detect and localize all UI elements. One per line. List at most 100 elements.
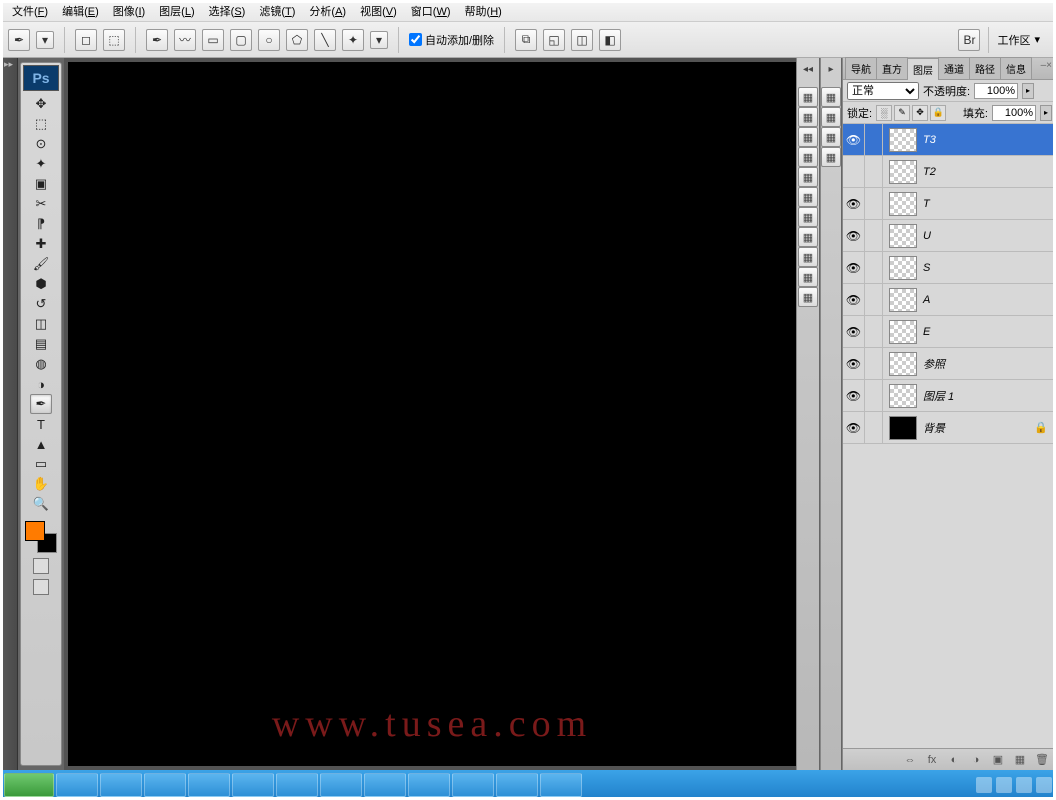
swatch-panel-icon[interactable]: ▦	[798, 127, 818, 147]
lasso-tool[interactable]: ⊙	[30, 134, 52, 154]
panel-tab-4[interactable]: 路径	[969, 57, 1001, 79]
zoom-tool[interactable]: 🔍	[30, 494, 52, 514]
bridge-icon[interactable]: Br	[958, 29, 980, 51]
pen-tool[interactable]: ✒	[30, 394, 52, 414]
taskbar-item[interactable]	[496, 773, 538, 797]
link-col[interactable]	[865, 316, 883, 347]
move-tool[interactable]: ✥	[30, 94, 52, 114]
lock-all-icon[interactable]: 🔒	[930, 105, 946, 121]
para-panel-icon[interactable]: ▦	[798, 207, 818, 227]
layer-row[interactable]: 👁背景🔒	[843, 412, 1056, 444]
start-button[interactable]	[4, 773, 54, 797]
layer-row[interactable]: T2	[843, 156, 1056, 188]
fill-input[interactable]	[992, 105, 1036, 121]
lock-transparency-icon[interactable]: ░	[876, 105, 892, 121]
hand-tool[interactable]: ✋	[30, 474, 52, 494]
link-col[interactable]	[865, 188, 883, 219]
shape-tool[interactable]: ▭	[30, 454, 52, 474]
link-col[interactable]	[865, 156, 883, 187]
color-swatches[interactable]	[25, 521, 57, 553]
brush-panel-icon[interactable]: ▦	[798, 227, 818, 247]
visibility-toggle-icon[interactable]: 👁	[843, 188, 865, 219]
document-canvas[interactable]: tuse tuse www.tusea.com	[68, 62, 796, 766]
layer-thumbnail[interactable]	[889, 352, 917, 376]
mask-panel-icon[interactable]: ▦	[798, 167, 818, 187]
layer-row[interactable]: 👁参照	[843, 348, 1056, 380]
slice-tool[interactable]: ✂	[30, 194, 52, 214]
taskbar-item[interactable]	[364, 773, 406, 797]
text-panel-icon[interactable]: ▦	[798, 187, 818, 207]
tool-preset-arrow[interactable]: ▾	[36, 31, 54, 49]
layer-row[interactable]: 👁A	[843, 284, 1056, 316]
history-panel-icon[interactable]: ▦	[821, 107, 841, 127]
visibility-toggle-icon[interactable]: 👁	[843, 380, 865, 411]
marquee-tool[interactable]: ⬚	[30, 114, 52, 134]
taskbar-item[interactable]	[540, 773, 582, 797]
freeform-pen-icon[interactable]: 〰	[174, 29, 196, 51]
fx-icon[interactable]: fx	[924, 752, 940, 768]
taskbar-item[interactable]	[144, 773, 186, 797]
panel-tab-1[interactable]: 直方	[876, 57, 908, 79]
type-tool[interactable]: T	[30, 414, 52, 434]
layer-thumbnail[interactable]	[889, 192, 917, 216]
auto-add-delete-checkbox[interactable]: 自动添加/删除	[409, 32, 494, 48]
foreground-color-swatch[interactable]	[25, 521, 45, 541]
layer-thumbnail[interactable]	[889, 288, 917, 312]
visibility-toggle-icon[interactable]: 👁	[843, 412, 865, 443]
opacity-flyout-icon[interactable]: ▸	[1022, 83, 1034, 99]
layer-thumbnail[interactable]	[889, 384, 917, 408]
lock-position-icon[interactable]: ✥	[912, 105, 928, 121]
layer-row[interactable]: 👁图层 1	[843, 380, 1056, 412]
new-icon[interactable]: ▦	[1012, 752, 1028, 768]
rect-shape-icon[interactable]: ▭	[202, 29, 224, 51]
expand-strip-icon[interactable]: ▸	[826, 62, 835, 77]
group-icon[interactable]: ▣	[990, 752, 1006, 768]
subtract-icon[interactable]: ◱	[543, 29, 565, 51]
adjust-icon[interactable]: ◑	[968, 752, 984, 768]
line-shape-icon[interactable]: ╲	[314, 29, 336, 51]
wand-tool[interactable]: ✦	[30, 154, 52, 174]
tool-presets-panel-icon[interactable]: ▦	[821, 127, 841, 147]
panel-tab-3[interactable]: 通道	[938, 57, 970, 79]
expand-strip-icon[interactable]: ◂◂	[801, 62, 815, 77]
trash-icon[interactable]: 🗑	[1034, 752, 1050, 768]
menu-t[interactable]: 滤镜(T)	[253, 1, 301, 21]
menu-s[interactable]: 选择(S)	[203, 1, 252, 21]
link-col[interactable]	[865, 124, 883, 155]
notes-panel-icon[interactable]: ▦	[821, 147, 841, 167]
layer-thumbnail[interactable]	[889, 160, 917, 184]
combine-icon[interactable]: ⧉	[515, 29, 537, 51]
layer-thumbnail[interactable]	[889, 128, 917, 152]
nav-panel-icon[interactable]: ▦	[798, 87, 818, 107]
visibility-toggle-icon[interactable]: 👁	[843, 124, 865, 155]
menu-i[interactable]: 图像(I)	[107, 1, 151, 21]
taskbar-item[interactable]	[452, 773, 494, 797]
layer-row[interactable]: 👁T	[843, 188, 1056, 220]
visibility-toggle-icon[interactable]	[843, 156, 865, 187]
path-mode-icon[interactable]: ⬚	[103, 29, 125, 51]
clone-panel-icon[interactable]: ▦	[798, 247, 818, 267]
opacity-input[interactable]	[974, 83, 1018, 99]
layer-row[interactable]: 👁T3	[843, 124, 1056, 156]
taskbar-item[interactable]	[188, 773, 230, 797]
panel-tab-5[interactable]: 信息	[1000, 57, 1032, 79]
layer-thumbnail[interactable]	[889, 416, 917, 440]
history-brush-tool[interactable]: ↺	[30, 294, 52, 314]
menu-l[interactable]: 图层(L)	[153, 1, 200, 21]
eraser-tool[interactable]: ◫	[30, 314, 52, 334]
menu-v[interactable]: 视图(V)	[354, 1, 403, 21]
exclude-icon[interactable]: ◧	[599, 29, 621, 51]
taskbar-item[interactable]	[100, 773, 142, 797]
layer-thumbnail[interactable]	[889, 256, 917, 280]
workspace-dropdown-icon[interactable]: ▾	[1034, 33, 1040, 46]
panel-tab-0[interactable]: 导航	[845, 57, 877, 79]
layer-thumbnail[interactable]	[889, 320, 917, 344]
link-col[interactable]	[865, 252, 883, 283]
link-icon[interactable]: ⇔	[902, 752, 918, 768]
screenmode-icon[interactable]	[33, 579, 49, 595]
taskbar-item[interactable]	[232, 773, 274, 797]
visibility-toggle-icon[interactable]: 👁	[843, 284, 865, 315]
gradient-tool[interactable]: ▤	[30, 334, 52, 354]
crop-tool[interactable]: ▣	[30, 174, 52, 194]
visibility-toggle-icon[interactable]: 👁	[843, 220, 865, 251]
